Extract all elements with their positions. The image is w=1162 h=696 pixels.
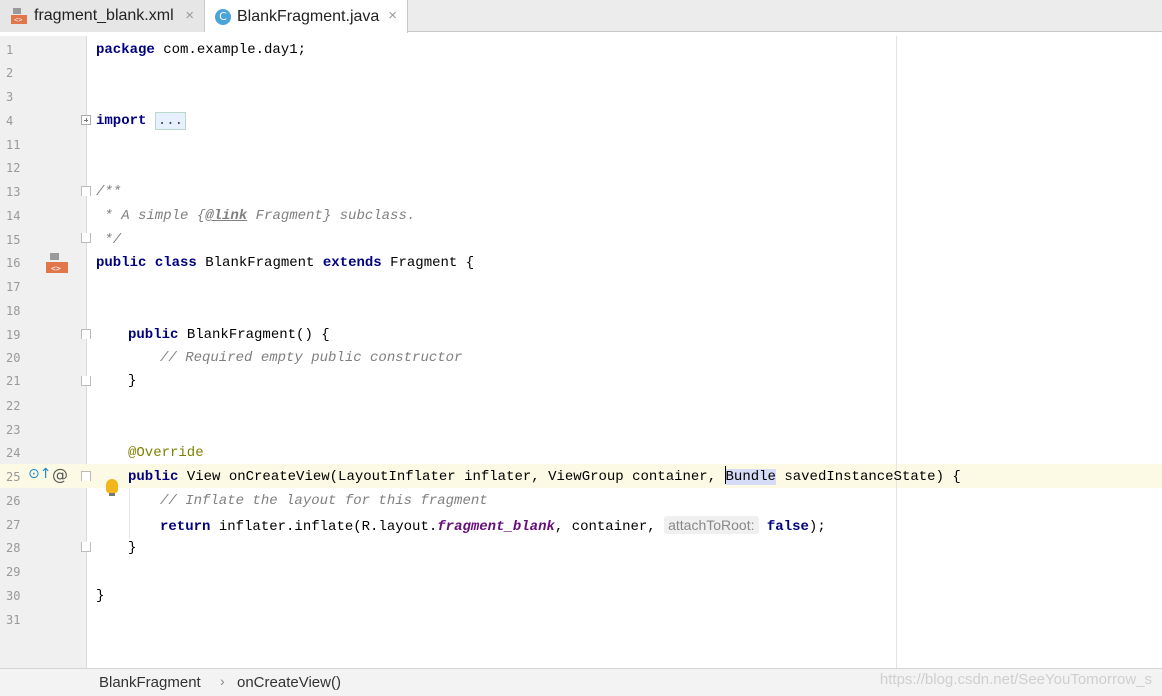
code-line[interactable]: import ... xyxy=(96,109,187,133)
line-number: 31 xyxy=(6,613,21,627)
code-line[interactable]: public BlankFragment() { xyxy=(128,323,330,347)
line-number: 26 xyxy=(6,494,21,508)
line-number: 24 xyxy=(6,446,21,460)
code-token: BlankFragment xyxy=(196,255,323,271)
close-tab-icon[interactable]: × xyxy=(388,7,397,24)
code-line[interactable]: public class BlankFragment extends Fragm… xyxy=(96,251,474,275)
line-number: 12 xyxy=(6,161,21,175)
code-token: import xyxy=(96,113,147,129)
code-token: View onCreateView(LayoutInflater inflate… xyxy=(178,469,725,485)
code-token: BlankFragment() { xyxy=(178,327,330,343)
tab-fragment-blank-xml[interactable]: <> fragment_blank.xml × xyxy=(0,0,205,32)
tab-label: fragment_blank.xml xyxy=(34,7,174,24)
code-line[interactable]: @Override xyxy=(128,441,204,465)
code-line[interactable]: } xyxy=(128,536,136,560)
breadcrumb-class[interactable]: BlankFragment xyxy=(99,674,201,691)
close-tab-icon[interactable]: × xyxy=(185,7,194,24)
line-number: 1 xyxy=(6,43,14,57)
code-line[interactable]: */ xyxy=(96,228,121,252)
fold-end-icon[interactable] xyxy=(81,376,91,386)
code-token: , container, xyxy=(554,519,665,535)
code-line[interactable]: package com.example.day1; xyxy=(96,38,306,62)
code-editor[interactable]: 1 2 3 4 11 12 13 14 15 16 17 18 19 20 21… xyxy=(0,36,1162,668)
code-line[interactable]: public View onCreateView(LayoutInflater … xyxy=(128,465,961,489)
line-number: 20 xyxy=(6,351,21,365)
line-number: 23 xyxy=(6,423,21,437)
code-token: Fragment} subclass. xyxy=(247,208,416,224)
highlighted-word: Bundle xyxy=(725,469,776,485)
line-number: 3 xyxy=(6,90,14,104)
right-margin-guide xyxy=(896,36,897,668)
code-line[interactable]: } xyxy=(96,584,104,608)
code-token: fragment_blank xyxy=(437,519,555,535)
breadcrumb: BlankFragment › onCreateView() https://b… xyxy=(0,668,1162,696)
code-token: return xyxy=(160,519,211,535)
code-token: public xyxy=(128,469,179,485)
tab-label: BlankFragment.java xyxy=(237,7,380,25)
code-token: Fragment { xyxy=(381,255,475,271)
tab-blankfragment-java[interactable]: C BlankFragment.java × xyxy=(205,0,408,33)
line-number: 27 xyxy=(6,518,21,532)
code-token: package xyxy=(96,42,155,58)
breadcrumb-method[interactable]: onCreateView() xyxy=(237,674,341,691)
parameter-hint: attachToRoot: xyxy=(664,516,759,534)
line-number: 18 xyxy=(6,304,21,318)
code-line[interactable]: return inflater.inflate(R.layout.fragmen… xyxy=(160,513,826,539)
code-token: public xyxy=(128,327,179,343)
code-line[interactable]: /** xyxy=(96,180,121,204)
code-token: public xyxy=(96,255,147,271)
watermark: https://blog.csdn.net/SeeYouTomorrow_s xyxy=(879,671,1152,688)
line-number: 14 xyxy=(6,209,21,223)
line-number: 13 xyxy=(6,185,21,199)
line-number: 21 xyxy=(6,374,21,388)
related-xml-layout-icon[interactable]: <> xyxy=(45,252,68,273)
code-token: false xyxy=(766,519,809,535)
code-line[interactable]: } xyxy=(128,369,136,393)
code-line[interactable]: // Required empty public constructor xyxy=(160,346,462,370)
line-number: 22 xyxy=(6,399,21,413)
code-token: extends xyxy=(322,255,382,271)
indent-guide xyxy=(129,488,130,538)
code-token: inflater.inflate(R.layout. xyxy=(210,519,438,535)
line-number: 30 xyxy=(6,589,21,603)
svg-text:<>: <> xyxy=(14,16,22,24)
line-number: 19 xyxy=(6,328,21,342)
line-number: 15 xyxy=(6,233,21,247)
xml-layout-icon: <> xyxy=(10,7,28,25)
fold-end-icon[interactable] xyxy=(81,233,91,243)
fold-expand-icon[interactable] xyxy=(81,115,91,125)
svg-text:<>: <> xyxy=(51,264,61,273)
code-token: ); xyxy=(808,519,826,535)
editor-tab-bar: <> fragment_blank.xml × C BlankFragment.… xyxy=(0,0,1162,33)
code-token: class xyxy=(154,255,197,271)
folded-imports[interactable]: ... xyxy=(154,112,187,130)
fold-end-icon[interactable] xyxy=(81,542,91,552)
line-number: 29 xyxy=(6,565,21,579)
fold-collapse-icon[interactable] xyxy=(81,186,91,196)
line-number: 17 xyxy=(6,280,21,294)
code-token: * A simple { xyxy=(96,208,206,224)
code-line[interactable]: * A simple {@link Fragment} subclass. xyxy=(96,204,415,228)
override-method-icon[interactable]: ⊙↑ xyxy=(28,466,51,482)
line-number: 2 xyxy=(6,66,14,80)
code-line[interactable]: // Inflate the layout for this fragment xyxy=(160,489,488,513)
line-number: 16 xyxy=(6,256,21,270)
line-number: 11 xyxy=(6,138,21,152)
code-token: com.example.day1; xyxy=(154,42,307,58)
class-c-icon: C xyxy=(215,8,231,25)
line-number: 28 xyxy=(6,541,21,555)
fold-collapse-icon[interactable] xyxy=(81,329,91,339)
code-token: savedInstanceState) { xyxy=(775,469,961,485)
breadcrumb-separator: › xyxy=(220,673,225,689)
annotation-icon[interactable]: @ xyxy=(52,465,68,484)
code-token: @link xyxy=(205,208,248,224)
line-number: 4 xyxy=(6,114,14,128)
fold-collapse-icon[interactable] xyxy=(81,471,91,481)
lightbulb-intention-icon[interactable] xyxy=(106,479,118,496)
